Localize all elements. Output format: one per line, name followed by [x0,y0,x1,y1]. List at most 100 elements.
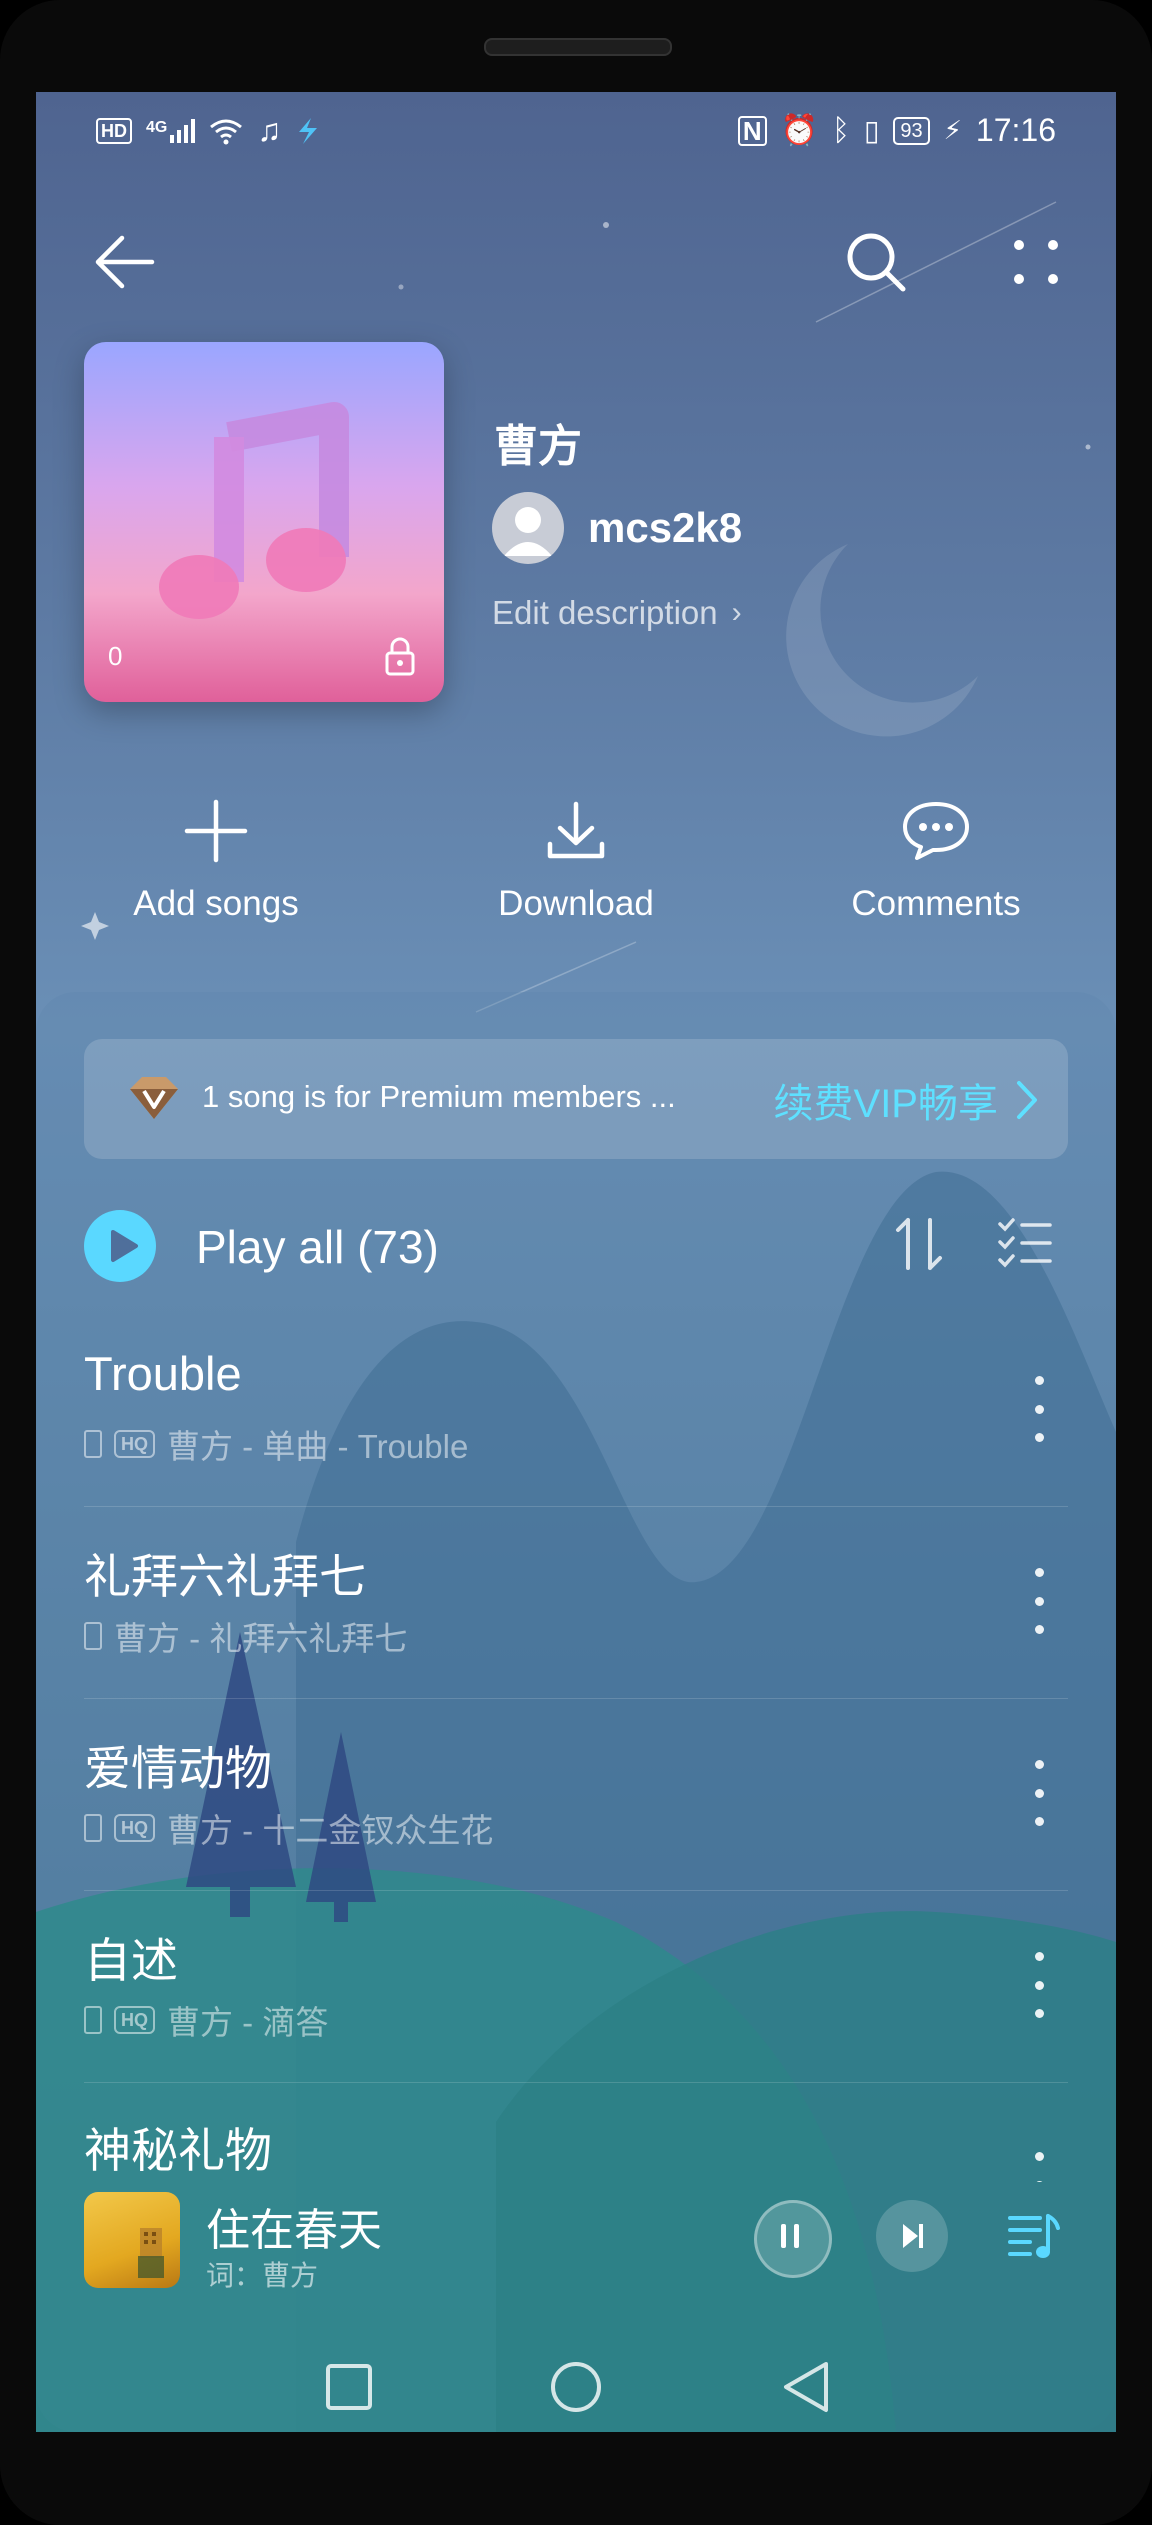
edit-description-label: Edit description [492,594,718,631]
top-bar [36,212,1116,312]
skip-next-icon [903,2224,923,2248]
local-device-icon [84,1430,102,1458]
download-label: Download [498,884,654,923]
song-meta: HQ 曹方 - 十二金钗众生花 [84,1804,493,1852]
wifi-icon [210,119,243,144]
play-all-button[interactable] [84,1210,156,1282]
home-button[interactable] [549,2360,603,2414]
back-nav-button[interactable] [780,2360,832,2414]
comments-label: Comments [851,884,1021,923]
song-meta: HQ 曹方 - 单曲 - Trouble [84,1420,468,1468]
pause-icon [781,2224,799,2248]
hd-icon: HD [96,117,132,144]
song-artist-album: 曹方 - 单曲 - Trouble [167,1428,469,1465]
song-more-button[interactable] [1034,1760,1044,1826]
song-title: Trouble [84,1347,242,1400]
song-row[interactable]: 礼拜六礼拜七 曹方 - 礼拜六礼拜七 [84,1506,1068,1699]
song-title: 自述 [84,1934,178,1987]
user-silhouette-icon [504,507,552,556]
local-device-icon [84,1622,102,1650]
bluetooth-icon: ᛒ [831,113,850,147]
vibrate-icon: ▯ [863,115,880,146]
song-title: 礼拜六礼拜七 [84,1550,366,1603]
song-row[interactable]: 爱情动物 HQ 曹方 - 十二金钗众生花 [84,1698,1068,1891]
now-playing-subtitle: 词：曹方 [206,2260,319,2291]
more-options-button[interactable] [996,212,1076,312]
song-row[interactable]: Trouble HQ 曹方 - 单曲 - Trouble [84,1314,1068,1507]
app-icon [299,117,318,144]
status-bar: HD 4G ♫ N ⏰ ᛒ ▯ 93 ⚡ 17:16 [36,92,1116,172]
status-left: HD 4G ♫ [96,112,321,149]
add-songs-button[interactable]: Add songs [36,792,396,952]
song-title: 爱情动物 [84,1742,272,1795]
vip-diamond-icon [130,1077,178,1119]
phone-chin [0,2432,1152,2525]
play-all-row[interactable]: Play all (73) [84,1202,1068,1292]
hq-badge: HQ [114,1814,155,1842]
song-meta: 曹方 - 礼拜六礼拜七 [84,1612,407,1660]
battery-icon: 93 [893,116,930,145]
grid-dots-icon [1014,240,1058,284]
song-meta: HQ 曹方 - 滴答 [84,1996,328,2044]
now-playing-cover[interactable] [84,2192,180,2288]
song-artist-album: 曹方 - 礼拜六礼拜七 [114,1620,408,1657]
now-playing-title: 住在春天 [206,2206,382,2255]
alarm-icon: ⏰ [780,114,818,147]
song-row[interactable]: 神秘礼物 [84,2082,1068,2182]
vip-renew-link[interactable]: 续费VIP畅享 [774,1071,1038,1129]
signal-icon: 4G [146,118,196,143]
multi-select-icon[interactable] [996,1216,1054,1272]
playlist-queue-icon[interactable] [1006,2208,1062,2264]
play-all-label: Play all (73) [196,1221,439,1273]
back-arrow-icon [95,235,155,289]
status-right: N ⏰ ᛒ ▯ 93 ⚡ 17:16 [737,112,1056,149]
song-title: 神秘礼物 [84,2124,272,2177]
chevron-right-icon [1017,1081,1037,1119]
mini-player[interactable]: 住在春天 词：曹方 [36,2182,1116,2312]
music-note-icon: ♫ [257,112,282,148]
song-more-button[interactable] [1034,1568,1044,1634]
recents-button[interactable] [324,2362,374,2412]
download-icon [547,801,605,859]
vip-banner-text: 1 song is for Premium members ... [202,1079,676,1114]
phone-frame: HD 4G ♫ N ⏰ ᛒ ▯ 93 ⚡ 17:16 0 曹方 mcs2k8 E… [0,0,1152,2525]
local-device-icon [84,1814,102,1842]
playlist-title: 曹方 [494,422,582,471]
search-button[interactable] [836,212,916,312]
song-more-button[interactable] [1034,1952,1044,2018]
local-device-icon [84,2006,102,2034]
download-button[interactable]: Download [396,792,756,952]
username[interactable]: mcs2k8 [588,504,742,552]
comments-icon [903,802,969,860]
lock-icon [385,637,415,676]
song-artist-album: 曹方 - 十二金钗众生花 [167,1812,494,1849]
nfc-icon: N [737,115,767,146]
song-more-button[interactable] [1034,1376,1044,1442]
vip-renew-label: 续费VIP畅享 [773,1082,998,1126]
back-button[interactable] [84,212,164,312]
song-more-button[interactable] [1034,2152,1044,2182]
album-art-icon [138,2228,164,2278]
vip-banner[interactable]: 1 song is for Premium members ... 续费VIP畅… [84,1039,1068,1159]
play-icon [111,1230,138,1262]
system-nav-bar [36,2342,1116,2432]
chevron-right-icon: › [731,596,742,629]
comments-button[interactable]: Comments [756,792,1116,952]
edit-description-link[interactable]: Edit description › [492,594,742,632]
action-row: Add songs Download Comments [36,792,1116,952]
cover-play-count: 0 [108,641,123,671]
charging-icon: ⚡ [943,115,962,145]
plus-icon [184,799,248,863]
clock: 17:16 [975,112,1056,148]
add-songs-label: Add songs [133,884,299,923]
hq-badge: HQ [114,2006,155,2034]
hq-badge: HQ [114,1430,155,1458]
pause-button[interactable] [754,2200,832,2278]
song-row[interactable]: 自述 HQ 曹方 - 滴答 [84,1890,1068,2083]
earpiece-speaker [484,38,672,56]
next-button[interactable] [876,2200,948,2272]
playlist-cover[interactable]: 0 [84,342,444,702]
screen: HD 4G ♫ N ⏰ ᛒ ▯ 93 ⚡ 17:16 0 曹方 mcs2k8 E… [36,92,1116,2432]
avatar[interactable] [492,492,564,564]
sort-icon[interactable] [890,1214,950,1274]
